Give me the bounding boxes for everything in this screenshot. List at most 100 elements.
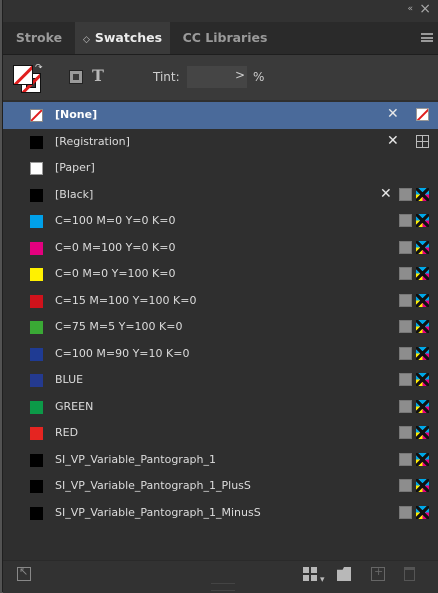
- formatting-affects-container-icon[interactable]: [69, 70, 83, 84]
- cmyk-mode-icon: [416, 320, 429, 333]
- swatch-name: C=15 M=100 Y=100 K=0: [55, 293, 197, 307]
- process-color-icon: [399, 505, 412, 519]
- process-color-icon: [399, 426, 412, 439]
- none-swatch-icon: [416, 108, 429, 121]
- process-color-icon: [399, 214, 412, 227]
- swatch-color-chip: [30, 241, 43, 255]
- tab-swatches-label: Swatches: [94, 30, 163, 45]
- process-color-icon: [399, 240, 412, 254]
- swap-fill-stroke-icon[interactable]: ↷: [35, 63, 43, 73]
- swatch-color-chip: [30, 506, 43, 520]
- fill-swatch-icon[interactable]: [13, 65, 33, 85]
- process-color-icon: [399, 399, 412, 413]
- tab-stroke-label: Stroke: [15, 30, 63, 45]
- collapse-panel-button[interactable]: «: [407, 4, 413, 14]
- tint-label: Tint:: [153, 70, 180, 84]
- swatch-row[interactable]: GREEN: [3, 394, 438, 421]
- swatch-color-chip: [30, 427, 43, 440]
- cmyk-mode-icon: [416, 452, 429, 466]
- swatch-name: C=0 M=0 Y=100 K=0: [55, 267, 176, 280]
- tint-slider-arrow-icon[interactable]: >: [235, 68, 245, 82]
- tab-swatches[interactable]: ◇ Swatches: [75, 22, 170, 54]
- swatch-list: [None] ✕ [Registration] ✕ [Paper] [Black] ✕ C=1…: [3, 100, 438, 560]
- show-swatch-kinds-icon[interactable]: [303, 567, 317, 581]
- swatch-color-chip: [30, 135, 43, 149]
- swatch-name: C=75 M=5 Y=100 K=0: [55, 320, 183, 333]
- process-color-icon: [399, 293, 412, 307]
- tab-cc-libraries-label: CC Libraries: [182, 30, 268, 45]
- cannot-edit-icon: ✕: [387, 106, 399, 122]
- cmyk-mode-icon: [416, 373, 429, 386]
- cmyk-mode-icon: [416, 479, 429, 492]
- swatch-name: GREEN: [55, 399, 94, 413]
- swatch-row[interactable]: BLUE: [3, 367, 438, 394]
- swatch-name: SI_VP_Variable_Pantograph_1: [55, 452, 217, 466]
- swatch-name: [Registration]: [55, 134, 130, 148]
- process-color-icon: [399, 267, 412, 280]
- swatch-row[interactable]: SI_VP_Variable_Pantograph_1: [3, 447, 438, 474]
- swatch-row[interactable]: C=0 M=0 Y=100 K=0: [3, 261, 438, 288]
- swatch-color-chip: [30, 480, 43, 493]
- delete-swatch-icon[interactable]: [404, 567, 415, 581]
- new-swatch-icon[interactable]: [371, 565, 385, 581]
- swatch-toolbar: ↷ T Tint: > %: [3, 55, 438, 100]
- swatches-panel: « × Stroke ◇ Swatches CC Libraries ↷ T Ti…: [2, 0, 438, 593]
- swatch-row[interactable]: RED: [3, 420, 438, 447]
- cmyk-mode-icon: [416, 293, 429, 307]
- cmyk-mode-icon: [416, 240, 429, 254]
- swatch-row[interactable]: [None] ✕: [3, 102, 438, 129]
- swatch-color-chip: [30, 374, 43, 387]
- swatch-row[interactable]: C=100 M=90 Y=10 K=0: [3, 341, 438, 368]
- panel-resize-grip[interactable]: [211, 583, 235, 591]
- panel-menu-icon[interactable]: [421, 33, 433, 42]
- swatch-row[interactable]: C=100 M=0 Y=0 K=0: [3, 208, 438, 235]
- cmyk-mode-icon: [416, 187, 429, 201]
- process-color-icon: [399, 373, 412, 386]
- swatch-color-chip: [30, 453, 43, 467]
- panel-footer: ▾: [3, 560, 438, 593]
- swatch-row[interactable]: C=75 M=5 Y=100 K=0: [3, 314, 438, 341]
- formatting-affects-text-icon[interactable]: T: [92, 66, 104, 85]
- swatch-name: SI_VP_Variable_Pantograph_1_PlusS: [55, 479, 251, 492]
- process-color-icon: [399, 187, 412, 201]
- swatch-kinds-dropdown-icon[interactable]: ▾: [320, 575, 325, 585]
- swatch-name: C=0 M=100 Y=0 K=0: [55, 240, 176, 254]
- swatch-name: C=100 M=0 Y=0 K=0: [55, 214, 176, 227]
- swatch-name: [Paper]: [55, 161, 95, 174]
- tab-cc-libraries[interactable]: CC Libraries: [170, 22, 280, 54]
- swatch-name: SI_VP_Variable_Pantograph_1_MinusS: [55, 505, 261, 519]
- swatch-row[interactable]: SI_VP_Variable_Pantograph_1_MinusS: [3, 500, 438, 527]
- close-panel-button[interactable]: ×: [419, 1, 431, 17]
- tab-stroke[interactable]: Stroke: [3, 22, 75, 54]
- swatch-row[interactable]: C=0 M=100 Y=0 K=0: [3, 235, 438, 262]
- panel-title-bar: « ×: [3, 0, 438, 22]
- cannot-edit-icon: ✕: [387, 132, 399, 149]
- swatch-row[interactable]: [Black] ✕: [3, 182, 438, 209]
- swatch-color-chip: [30, 268, 43, 281]
- swatch-color-chip: [30, 294, 43, 308]
- swatch-color-chip: [30, 109, 43, 122]
- cmyk-mode-icon: [416, 399, 429, 413]
- cmyk-mode-icon: [416, 346, 429, 360]
- swatch-color-chip: [30, 347, 43, 361]
- cmyk-mode-icon: [416, 267, 429, 280]
- swatch-name: RED: [55, 426, 79, 439]
- cmyk-mode-icon: [416, 505, 429, 519]
- process-color-icon: [399, 320, 412, 333]
- fill-stroke-selector[interactable]: ↷: [13, 63, 43, 93]
- process-color-icon: [399, 452, 412, 466]
- registration-icon: [416, 134, 429, 148]
- tab-reorder-icon: ◇: [82, 35, 90, 45]
- import-swatches-icon[interactable]: [17, 565, 31, 581]
- swatch-name: BLUE: [55, 373, 84, 386]
- cmyk-mode-icon: [416, 426, 429, 439]
- cannot-edit-icon: ✕: [380, 185, 392, 202]
- tint-percent-label: %: [253, 70, 265, 84]
- swatch-row[interactable]: C=15 M=100 Y=100 K=0: [3, 288, 438, 315]
- swatch-row[interactable]: SI_VP_Variable_Pantograph_1_PlusS: [3, 473, 438, 500]
- new-color-group-icon[interactable]: [337, 567, 351, 581]
- process-color-icon: [399, 479, 412, 492]
- swatch-name: [Black]: [55, 187, 94, 201]
- swatch-row[interactable]: [Paper]: [3, 155, 438, 182]
- swatch-row[interactable]: [Registration] ✕: [3, 129, 438, 156]
